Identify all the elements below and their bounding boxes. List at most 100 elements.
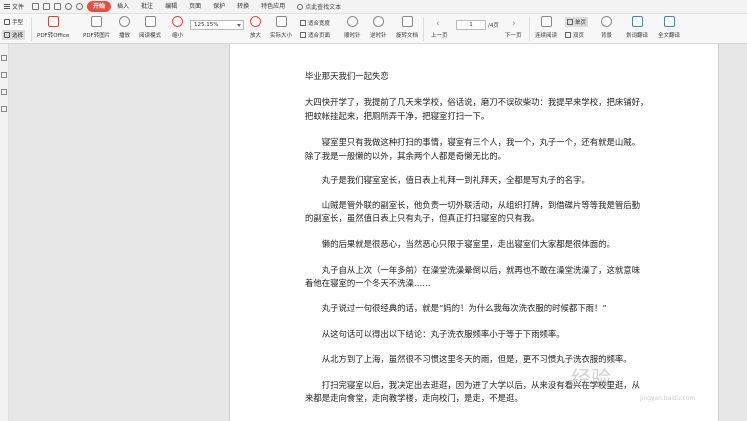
page-number-input[interactable]: 1 [456,20,486,30]
chevron-down-icon [237,24,241,27]
rotate-doc-label: 旋转文档 [396,33,419,39]
scroll-area [720,44,747,421]
single-page-label: 单页 [575,20,587,26]
text-line: 丸子是我们寝室室长，值日表上礼拜一到礼拜天，全都是写丸子的名字。 [305,175,590,185]
tab-insert[interactable]: 插入 [111,1,135,12]
tab-features[interactable]: 特色应用 [255,1,291,12]
play-label: 播放 [119,33,131,39]
double-page-icon [565,32,571,38]
single-page-button[interactable]: 单页 [565,17,589,27]
tab-protect[interactable]: 保护 [207,1,231,12]
find-text-search[interactable]: 点此查找文本 [297,2,341,11]
divider [423,17,424,41]
text-line: 的副室长，虽然值日表上只有丸子，但真正打扫寝室的只有我。 [305,213,540,223]
zoom-value: 125.15% [194,22,219,28]
pdf-to-image-label: PDF转图片 [83,33,111,39]
image-icon [91,16,103,27]
hand-tool-label: 手型 [12,20,24,26]
ribbon-tabs: 开始 插入 批注 编辑 页面 保护 转换 特色应用 [87,1,291,12]
select-tool[interactable]: 选择 [2,30,26,40]
save-icon[interactable] [43,3,51,10]
tab-start[interactable]: 开始 [87,1,112,12]
read-mode-label: 阅读模式 [139,33,162,39]
zoom-in-button[interactable]: 放大 [250,16,261,39]
pdf-to-image-button[interactable]: PDF转图片 [83,16,110,39]
read-mode-button[interactable]: 阅读模式 [139,16,161,39]
double-page-button[interactable]: 双页 [565,31,584,39]
fit-page-icon [300,32,306,38]
bookmark-icon[interactable] [1,55,7,61]
quick-access-toolbar [32,3,84,10]
rotate-right-icon [346,16,358,27]
prev-page-arrow-icon[interactable]: ‹ [436,19,440,29]
redo-icon[interactable] [76,3,84,10]
tab-convert[interactable]: 转换 [231,1,255,12]
tab-page[interactable]: 页面 [183,1,207,12]
prev-page-label: 上一页 [431,33,448,39]
next-page-arrow-icon[interactable]: › [512,19,516,29]
translate-full-label: 全文翻译 [658,33,681,39]
text-line: 从这句话可以得出以下结论：丸子洗衣服频率小于等于下雨频率。 [305,329,565,339]
divider [529,17,530,41]
next-page-button[interactable]: 下一页 [505,31,522,39]
watermark-url: jingyan.baidu.com [640,395,696,402]
translate-word-label: 划词翻译 [626,33,649,39]
rotate-cw-label: 逆时针 [370,33,387,39]
translate-full-icon [663,16,675,27]
pdf-to-office-button[interactable]: PDF转Office [37,16,69,39]
attachment-icon[interactable] [1,106,7,112]
continuous-read-label: 连续阅读 [535,33,558,39]
hand-tool[interactable]: 手型 [2,17,25,27]
continuous-read-icon [540,16,552,27]
thumbnail-icon[interactable] [1,72,7,78]
ribbon-toolbar: 手型 选择 PDF转Office PDF转图片 播放 阅读模式 缩小 125.1… [0,14,747,44]
tab-annotate[interactable]: 批注 [135,1,159,12]
text-line: 着他在寝室的一个冬天不洗澡…… [305,278,431,288]
divider [31,17,32,41]
open-folder-icon[interactable] [32,3,40,10]
document-page: 毕业那天我们一起失恋 大四快开学了，我提前了几天来学校，俗话说，磨刀不误砍柴功：… [229,44,719,421]
zoom-in-icon [250,16,261,27]
annotation-icon[interactable] [1,89,7,95]
file-menu-label: 文件 [12,4,25,11]
pdf-convert-icon [47,16,59,27]
page-current: 1 [469,22,473,28]
fit-width-label: 适合宽度 [308,21,331,27]
rotate-document-icon [401,16,413,27]
menu-bar: 文件 开始 插入 批注 编辑 页面 保护 转换 特色应用 点此查找文本 [0,0,747,14]
baidu-jingyan-watermark: 经验 [571,366,611,390]
background-button[interactable]: 背景 [601,16,612,39]
print-icon[interactable] [54,3,62,10]
play-button[interactable]: 播放 [119,16,130,39]
undo-icon[interactable] [65,3,73,10]
rotate-document-button[interactable]: 旋转文档 [396,16,418,39]
play-icon [119,16,130,27]
document-title: 毕业那天我们一起失恋 [305,71,389,81]
rotate-clockwise-button[interactable]: 顺时针 [344,16,361,39]
zoom-level-select[interactable]: 125.15% [190,20,244,30]
text-line: 丸子说过一句很经典的话，就是“妈的！为什么我每次洗衣服的时候都下雨！” [305,303,607,313]
translate-word-button[interactable]: 划词翻译 [626,16,648,39]
prev-page-button[interactable]: 上一页 [431,31,448,39]
file-menu[interactable]: 文件 [0,0,28,14]
actual-size-label: 实际大小 [270,33,293,39]
tab-edit[interactable]: 编辑 [159,1,183,12]
zoom-out-icon [172,16,183,27]
left-sidebar [0,44,9,421]
background-label: 背景 [601,33,613,39]
page-total: /4页 [488,23,499,29]
hand-icon [4,19,10,25]
fit-width-button[interactable]: 适合宽度 [300,19,330,27]
rotate-counterclockwise-button[interactable]: 逆时针 [370,16,387,39]
zoom-out-label: 缩小 [172,33,184,39]
zoom-out-button[interactable]: 缩小 [172,16,183,39]
pdf-to-office-label: PDF转Office [37,33,70,39]
rotate-ccw-label: 顺时针 [344,33,361,39]
actual-size-button[interactable]: 实际大小 [270,16,292,39]
single-page-icon [567,19,573,25]
cursor-icon [4,32,10,38]
translate-full-button[interactable]: 全文翻译 [658,16,680,39]
continuous-read-button[interactable]: 连续阅读 [535,16,557,39]
cursor-tools: 手型 选择 [2,17,26,40]
fit-page-button[interactable]: 适合页面 [300,31,330,39]
